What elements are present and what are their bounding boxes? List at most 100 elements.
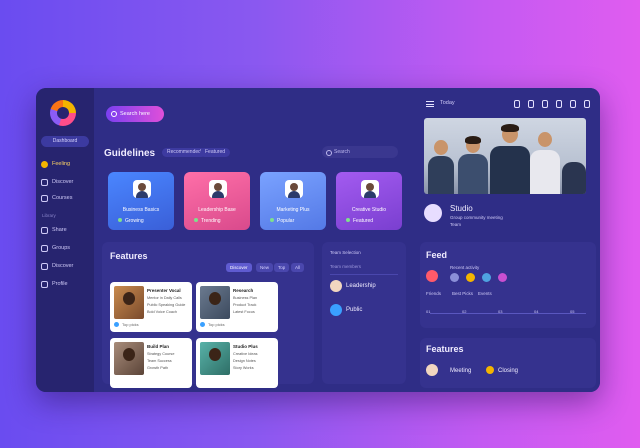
sidebar-item-discover-2[interactable]: Discover [41,260,91,272]
toolbar-icons [514,100,590,108]
right-column: Today Studio Group community meeting Tea… [416,88,600,392]
card-title: Creative Studio [351,207,387,213]
feature-name: Presenter Vocal [147,288,181,293]
info-icon[interactable] [556,100,562,108]
sidebar-item-label: Discover [52,263,74,269]
feed-title: Feed [426,250,448,260]
card-avatar [209,180,227,198]
search-button-label: Search here [120,111,150,117]
feature-line: Bold Voice Coach [147,310,177,314]
course-card[interactable]: Leadership Base Trending [184,172,250,230]
person-figure [562,162,586,194]
course-card[interactable]: Creative Studio Featured [336,172,402,230]
feature-line: Growth Path [147,366,169,370]
footer-item[interactable]: Closing [498,368,518,374]
team-panel-title: Team Selection [330,250,361,255]
app-logo[interactable] [50,100,76,126]
menu-icon[interactable] [426,101,434,107]
sidebar-item-discover[interactable]: Discover [41,176,91,188]
course-card[interactable]: Business Basics Growing [108,172,174,230]
verified-icon [200,322,205,327]
sidebar-item-label: Profile [52,281,68,287]
person-figure [458,154,488,194]
bell-icon[interactable] [528,100,534,108]
profile-subtitle: Group community meeting [450,215,503,220]
sidebar-section-label: Library [42,213,56,218]
feature-photo [200,342,230,375]
avatar[interactable] [466,273,475,282]
feature-name: Research [233,288,254,293]
timeline-track [430,313,586,314]
team-row-label[interactable]: Leadership [346,283,376,289]
avatar[interactable] [426,364,438,376]
sidebar-item-label: Courses [52,195,73,201]
tab-new[interactable]: New [256,263,274,272]
feature-meta: Top picks [122,322,139,327]
top-label: Today [440,100,455,106]
course-card[interactable]: Marketing Plus Popular [260,172,326,230]
feature-line: Product Track [233,303,257,307]
filter-chip-featured[interactable]: Featured [200,148,231,157]
person-hair [465,136,481,144]
avatar[interactable] [424,204,442,222]
sidebar-item-share[interactable]: Share [41,224,91,236]
globe-icon [41,262,48,270]
card-title: Leadership Base [198,207,236,213]
star-icon [486,366,494,374]
footer-item[interactable]: Meeting [450,368,471,374]
app-window: Dashboard Feeling Discover Courses Libra… [36,88,600,392]
search-button[interactable]: Search here [106,106,164,122]
avatar[interactable] [482,273,491,282]
tab-discover[interactable]: Discover [226,263,252,272]
settings-icon[interactable] [584,100,590,108]
feature-photo [114,342,144,375]
tab-all[interactable]: All [291,263,305,272]
person-head [538,132,552,147]
feature-line: Business Plan [233,296,258,300]
sidebar-item-feeling[interactable]: Feeling [41,158,91,170]
sidebar-item-groups[interactable]: Groups [41,242,91,254]
avatar[interactable] [498,273,507,282]
card-avatar [285,180,303,198]
sidebar-item-label: Discover [52,179,74,185]
avatar[interactable] [450,273,459,282]
profile-subtitle-2: Team [450,222,462,227]
book-icon [41,194,48,202]
notification-icon[interactable] [514,100,520,108]
card-title: Marketing Plus [276,207,310,213]
team-row-label[interactable]: Public [346,307,362,313]
verified-icon [114,322,119,327]
search-input[interactable]: Search [322,146,398,158]
feature-card[interactable]: Studio Plus Creative Ideas Design Notes … [196,338,278,388]
tab-top[interactable]: Top [274,263,290,272]
timeline-number: 05 [570,309,575,314]
sidebar-item-courses[interactable]: Courses [41,192,91,204]
feature-photo [114,286,144,319]
feed-meta: Recent activity [450,265,480,270]
person-figure [490,146,530,194]
card-subtitle: Popular [270,218,294,224]
footer-title: Features [426,344,464,354]
feed-label: Friends [426,291,442,296]
avatar [330,280,342,292]
share-icon[interactable] [570,100,576,108]
sidebar-item-profile[interactable]: Profile [41,278,91,290]
avatar[interactable] [426,270,438,282]
dashboard-pill[interactable]: Dashboard [41,136,89,147]
hero-image [424,118,586,194]
person-figure [428,156,454,194]
users-icon [41,244,48,252]
feature-card[interactable]: Research Business Plan Product Track Lat… [196,282,278,332]
share-icon [41,226,48,234]
sidebar-item-label: Share [52,227,67,233]
feature-card[interactable]: Presenter Vocal Mentor in Daily Calls Pu… [110,282,192,332]
card-avatar [133,180,151,198]
page-title: Guidelines [104,148,156,159]
calendar-icon[interactable] [542,100,548,108]
feature-meta: Top picks [208,322,225,327]
feature-photo [200,286,230,319]
feature-card[interactable]: Build Plan Strategy Course Team Success … [110,338,192,388]
timeline-number: 03 [498,309,503,314]
feature-name: Studio Plus [233,344,258,349]
feature-line: Mentor in Daily Calls [147,296,182,300]
